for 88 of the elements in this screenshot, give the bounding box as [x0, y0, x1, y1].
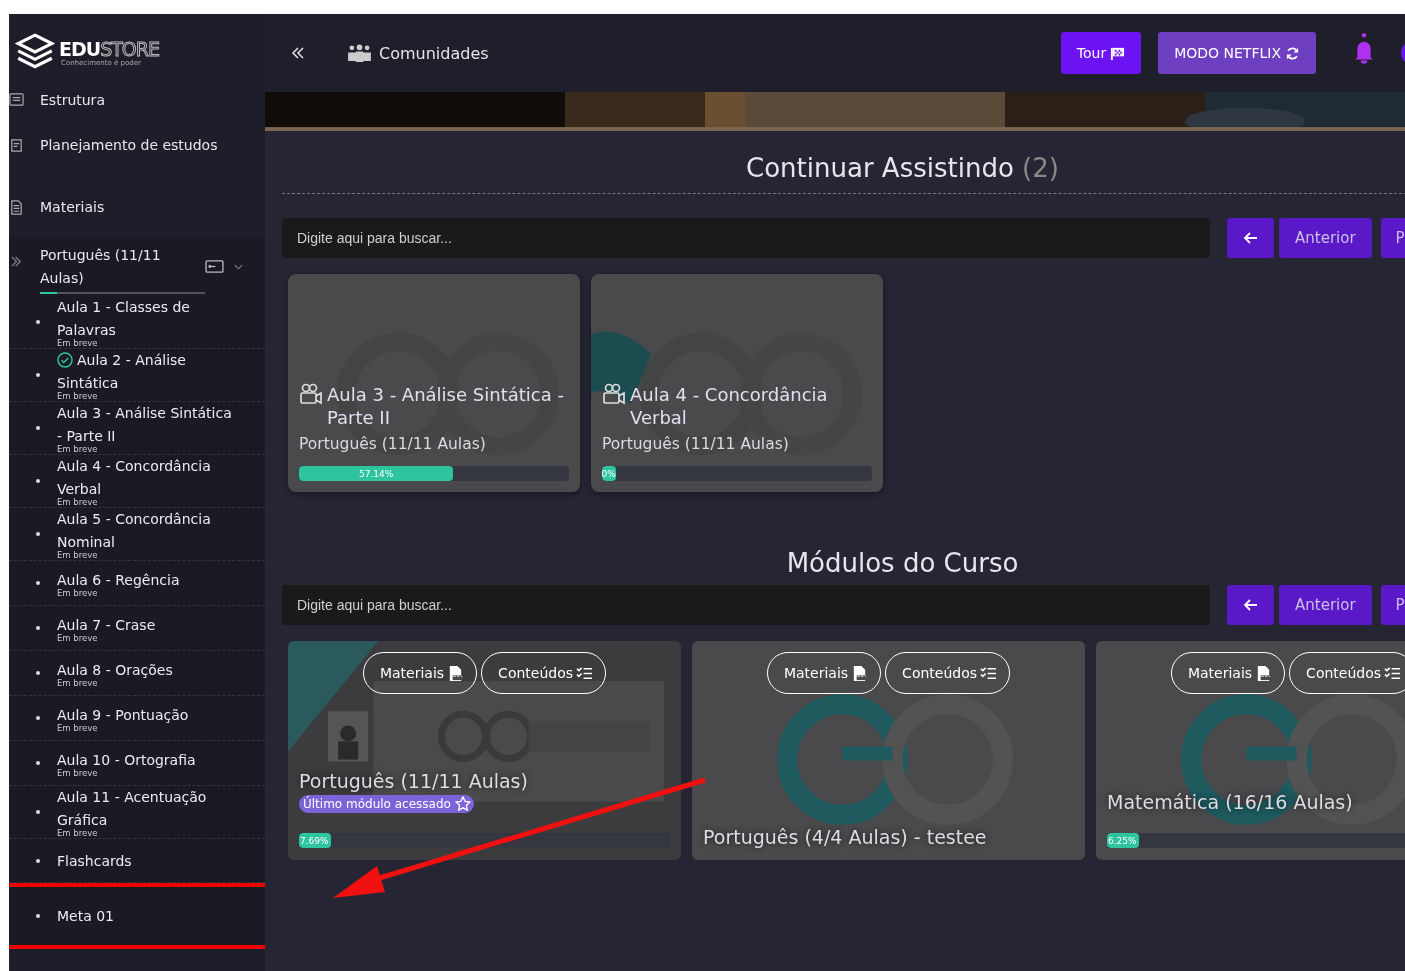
module-card[interactable]: Materiais Conteúdos Português (11/11 Aulas) Último módulo acessado 7.69%	[288, 641, 681, 860]
lesson-title: Aula 1 - Classes de Palavras	[57, 299, 190, 338]
bell-icon[interactable]	[1353, 32, 1375, 66]
last-accessed-badge: Último módulo acessado	[299, 795, 474, 813]
lesson-title: Aula 11 - Acentuação Gráfica	[57, 789, 207, 828]
community-link[interactable]: Comunidades	[346, 43, 489, 63]
lesson-title: Aula 2 - Análise Sintática	[57, 352, 186, 391]
lesson-item[interactable]: Aula 10 - Ortografia Em breve	[9, 741, 265, 786]
lesson-title: Aula 9 - Pontuação	[57, 706, 189, 723]
progress-label: 57.14%	[358, 468, 394, 479]
people-icon	[346, 43, 373, 63]
lesson-item[interactable]: Aula 11 - Acentuação Gráfica Em breve	[9, 786, 265, 839]
refresh-icon	[1285, 45, 1300, 61]
arrow-left-icon	[1242, 230, 1259, 246]
logo-text: STORE	[100, 39, 159, 59]
lesson-title: Aula 3 - Análise Sintática - Parte II	[327, 383, 565, 429]
video-camera-icon	[299, 383, 323, 405]
search-field[interactable]: Digite aqui para buscar...	[282, 218, 1210, 258]
collapse-icon[interactable]	[290, 45, 306, 61]
next-button[interactable]: P	[1380, 218, 1405, 258]
module-title: Matemática (16/16 Aulas)	[1107, 791, 1353, 813]
logo-text: EDU	[59, 39, 101, 59]
lesson-item[interactable]: Aula 9 - Pontuação Em breve	[9, 696, 265, 741]
lesson-item[interactable]: Aula 2 - Análise Sintática Em breve	[9, 349, 265, 402]
lesson-status: Em breve	[57, 767, 98, 778]
lesson-title: Aula 4 - Concordância Verbal	[630, 383, 829, 429]
lesson-status: Em breve	[57, 497, 98, 507]
chevrons-icon	[9, 254, 24, 269]
lesson-status: Em breve	[57, 677, 98, 688]
lesson-item[interactable]: Aula 8 - Orações Em breve	[9, 651, 265, 696]
lesson-title: Aula 3 - Análise Sintática - Parte II	[57, 405, 232, 444]
lesson-status: Em breve	[57, 722, 98, 733]
section-title: Módulos do Curso	[786, 548, 1019, 578]
previous-button[interactable]: Anterior	[1279, 585, 1372, 625]
arrow-left-icon	[1242, 597, 1259, 613]
module-card[interactable]: Materiais Conteúdos Matemática (16/16 Aulas) 6.25%	[1096, 641, 1405, 860]
document-icon	[9, 199, 24, 215]
search-field[interactable]: Digite aqui para buscar...	[282, 585, 1210, 625]
lesson-item[interactable]: Aula 7 - Crase Em breve	[9, 606, 265, 651]
sidebar-item[interactable]: Planejamento de estudos	[9, 114, 265, 176]
lesson-status: Em breve	[57, 444, 98, 454]
sidebar-item[interactable]: Materiais	[9, 176, 265, 238]
netflix-mode-button[interactable]: MODO NETFLIX	[1158, 32, 1316, 74]
lesson-title: Aula 6 - Regência	[57, 571, 180, 588]
count: (2)	[1022, 153, 1059, 183]
progress-label: 6.25%	[1108, 835, 1137, 846]
lesson-title: Aula 5 - Concordância Nominal	[57, 511, 211, 550]
clipboard-icon	[9, 137, 24, 153]
module-name: Português (11/11 Aulas)	[602, 435, 790, 453]
back-button[interactable]	[1227, 218, 1274, 258]
lesson-title: Aula 8 - Orações	[57, 661, 173, 678]
lesson-status: Em breve	[57, 338, 98, 348]
sidebar-item[interactable]: Meta 01	[57, 908, 115, 924]
key-icon[interactable]	[205, 259, 224, 274]
lesson-title: Aula 4 - Concordância Verbal	[57, 458, 211, 497]
lesson-card[interactable]: Aula 4 - Concordância Verbal Português (11/11 Aulas) 0%	[591, 274, 883, 492]
lesson-status: Em breve	[57, 550, 98, 560]
lesson-card[interactable]: Aula 3 - Análise Sintática - Parte II Português (11/11 Aulas) 57.14%	[288, 274, 580, 492]
lesson-item[interactable]: Aula 6 - Regência Em breve	[9, 561, 265, 606]
list-icon	[9, 92, 24, 107]
module-title: Português (4/4 Aulas) - testee	[703, 826, 987, 848]
module-card[interactable]: Materiais Conteúdos Português (4/4 Aulas) - testee	[692, 641, 1085, 860]
lesson-item[interactable]: Aula 5 - Concordância Nominal Em breve	[9, 508, 265, 561]
lesson-status: Em breve	[57, 828, 98, 838]
module-title[interactable]: Português (11/11 Aulas)	[40, 244, 170, 290]
video-camera-icon	[602, 383, 626, 405]
module-name: Português (11/11 Aulas)	[299, 435, 487, 453]
chevron-down-icon[interactable]	[234, 264, 243, 270]
flag-icon	[1110, 45, 1126, 61]
lesson-item[interactable]: Aula 1 - Classes de Palavras Em breve	[9, 296, 265, 349]
lesson-item[interactable]: Aula 3 - Análise Sintática - Parte II Em breve	[9, 402, 265, 455]
lesson-title: Aula 7 - Crase	[57, 616, 156, 633]
tour-button[interactable]: Tour	[1060, 32, 1142, 74]
back-button[interactable]	[1227, 585, 1274, 625]
module-title: Português (11/11 Aulas)	[299, 770, 528, 792]
previous-button[interactable]: Anterior	[1279, 218, 1372, 258]
lesson-status: Em breve	[57, 587, 98, 598]
lesson-status: Em breve	[57, 632, 98, 643]
lesson-title: Aula 10 - Ortografia	[57, 751, 196, 768]
lesson-item[interactable]: Aula 4 - Concordância Verbal Em breve	[9, 455, 265, 508]
progress-label: 7.69%	[300, 835, 329, 846]
next-button[interactable]: P	[1380, 585, 1405, 625]
lesson-status: Em breve	[57, 391, 98, 401]
section-title: Continuar Assistindo	[746, 153, 1014, 183]
sidebar-item[interactable]: Flashcards	[57, 852, 132, 869]
progress-label: 0%	[602, 468, 616, 479]
star-icon	[454, 796, 471, 812]
sidebar-item[interactable]: Estrutura	[9, 92, 265, 114]
